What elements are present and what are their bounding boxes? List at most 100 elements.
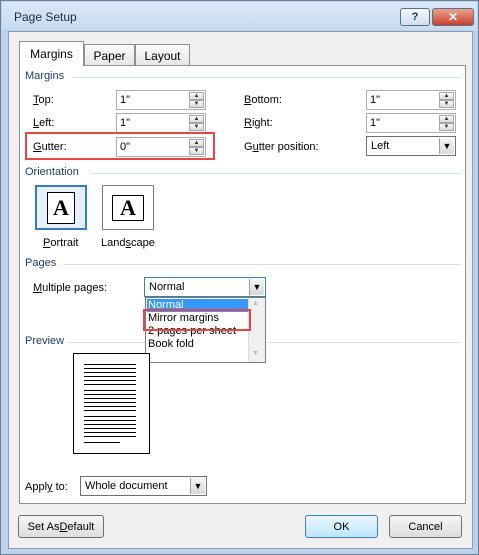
apply-to-label-pre: Appl [25, 481, 48, 493]
left-margin-value: 1" [120, 117, 131, 129]
spin-up-icon[interactable]: ▲ [439, 115, 454, 123]
preview-line [84, 380, 136, 381]
cancel-button[interactable]: Cancel [389, 515, 462, 538]
top-margin-value: 1" [120, 94, 131, 106]
help-button[interactable]: ? [400, 8, 430, 26]
top-label: Top: [33, 94, 54, 106]
landscape-label-pre: Land [101, 237, 126, 249]
left-margin-spinner[interactable]: 1" ▲ ▼ [116, 113, 206, 133]
page-setup-dialog: Page Setup ? ✕ Margins Paper Layout Marg… [0, 0, 479, 555]
preview-line [84, 428, 136, 429]
preview-line [84, 406, 136, 407]
preview-line [84, 410, 136, 411]
pages-section-label: Pages [25, 257, 57, 269]
bottom-margin-spinner[interactable]: 1" ▲ ▼ [366, 90, 456, 110]
multiple-pages-label-text: ultiple pages: [42, 282, 107, 294]
spin-down-icon[interactable]: ▼ [439, 123, 454, 131]
multiple-pages-label-accel: M [33, 282, 43, 294]
preview-line [84, 384, 136, 385]
preview-page [73, 353, 150, 454]
spin-down-icon[interactable]: ▼ [189, 100, 204, 108]
scroll-up-icon[interactable]: ▲ [252, 300, 259, 307]
preview-separator [67, 342, 145, 343]
spin-down-icon[interactable]: ▼ [189, 147, 204, 155]
preview-line [84, 424, 136, 425]
preview-line [84, 420, 136, 421]
preview-line [84, 416, 136, 417]
preview-line [84, 390, 136, 391]
spin-up-icon[interactable]: ▲ [189, 139, 204, 147]
dropdown-option-book-fold[interactable]: Book fold [147, 338, 194, 351]
dropdown-option-2-pages-per-sheet[interactable]: 2 pages per sheet [147, 325, 236, 338]
gutter-position-label-text: tter position: [258, 141, 319, 153]
multiple-pages-label: Multiple pages: [33, 282, 107, 294]
spin-up-icon[interactable]: ▲ [189, 92, 204, 100]
right-label: Right: [244, 117, 273, 129]
landscape-button[interactable]: A [102, 185, 154, 230]
preview-line [84, 402, 136, 403]
spin-down-icon[interactable]: ▼ [189, 123, 204, 131]
gutter-position-value: Left [371, 140, 390, 152]
orientation-separator [91, 173, 461, 174]
chevron-down-icon[interactable]: ▼ [190, 478, 205, 494]
gutter-position-select[interactable]: Left ▼ [366, 136, 456, 156]
preview-section-label: Preview [25, 335, 65, 347]
apply-to-value: Whole document [85, 480, 168, 492]
set-as-default-button[interactable]: Set As Default [18, 515, 104, 538]
right-label-text: ight: [251, 117, 273, 129]
tab-layout[interactable]: Layout [135, 44, 190, 66]
gutter-label: Gutter: [33, 141, 67, 153]
pages-separator [63, 264, 461, 265]
portrait-page-icon: A [47, 191, 75, 224]
dropdown-scrollbar[interactable]: ▲ ▼ [248, 298, 265, 362]
gutter-spinner[interactable]: 0" ▲ ▼ [116, 137, 206, 157]
apply-to-select[interactable]: Whole document ▼ [80, 476, 207, 496]
landscape-page-icon: A [112, 194, 144, 221]
apply-to-label-text: to: [52, 481, 68, 493]
orientation-section-label: Orientation [25, 166, 79, 178]
gutter-position-label: Gutter position: [244, 141, 319, 153]
chevron-down-icon[interactable]: ▼ [439, 138, 454, 154]
tab-margins[interactable]: Margins [19, 41, 84, 66]
spin-down-icon[interactable]: ▼ [439, 100, 454, 108]
spin-up-icon[interactable]: ▲ [189, 115, 204, 123]
margins-separator [71, 77, 461, 78]
scroll-down-icon[interactable]: ▼ [252, 350, 259, 357]
set-default-pre: Set As [27, 520, 60, 533]
window-title: Page Setup [14, 10, 77, 24]
gutter-label-accel: G [33, 141, 42, 153]
gutter-value: 0" [120, 141, 131, 153]
preview-line [84, 376, 136, 377]
dropdown-option-normal[interactable]: Normal [147, 299, 248, 312]
dropdown-option-mirror-margins[interactable]: Mirror margins [147, 312, 219, 325]
spin-up-icon[interactable]: ▲ [439, 92, 454, 100]
apply-to-label: Apply to: [25, 481, 68, 493]
right-label-accel: R [244, 117, 252, 129]
close-icon: ✕ [447, 10, 459, 24]
gutter-position-label-pre: G [244, 141, 253, 153]
right-margin-spinner[interactable]: 1" ▲ ▼ [366, 113, 456, 133]
top-margin-spinner[interactable]: 1" ▲ ▼ [116, 90, 206, 110]
preview-separator-right [267, 342, 461, 343]
portrait-button[interactable]: A [35, 185, 87, 230]
chevron-down-icon[interactable]: ▼ [249, 279, 264, 295]
preview-line [84, 436, 136, 437]
close-button[interactable]: ✕ [432, 8, 474, 26]
landscape-label: Landscape [101, 237, 155, 249]
tab-paper[interactable]: Paper [84, 44, 135, 66]
set-default-rest: efault [67, 520, 95, 533]
ok-button[interactable]: OK [305, 515, 378, 538]
left-label: Left: [33, 117, 54, 129]
right-margin-value: 1" [370, 117, 381, 129]
multiple-pages-select[interactable]: Normal ▼ [144, 277, 266, 297]
preview-line [84, 364, 136, 365]
top-label-text: op: [38, 94, 54, 106]
preview-line [84, 432, 136, 433]
title-bar[interactable]: Page Setup ? ✕ [2, 2, 477, 30]
set-default-accel: D [59, 520, 68, 533]
left-label-text: eft: [39, 117, 55, 129]
preview-line [84, 372, 136, 373]
multiple-pages-dropdown: Normal Mirror margins 2 pages per sheet … [145, 297, 266, 363]
preview-line [84, 368, 136, 369]
preview-line [84, 442, 120, 443]
